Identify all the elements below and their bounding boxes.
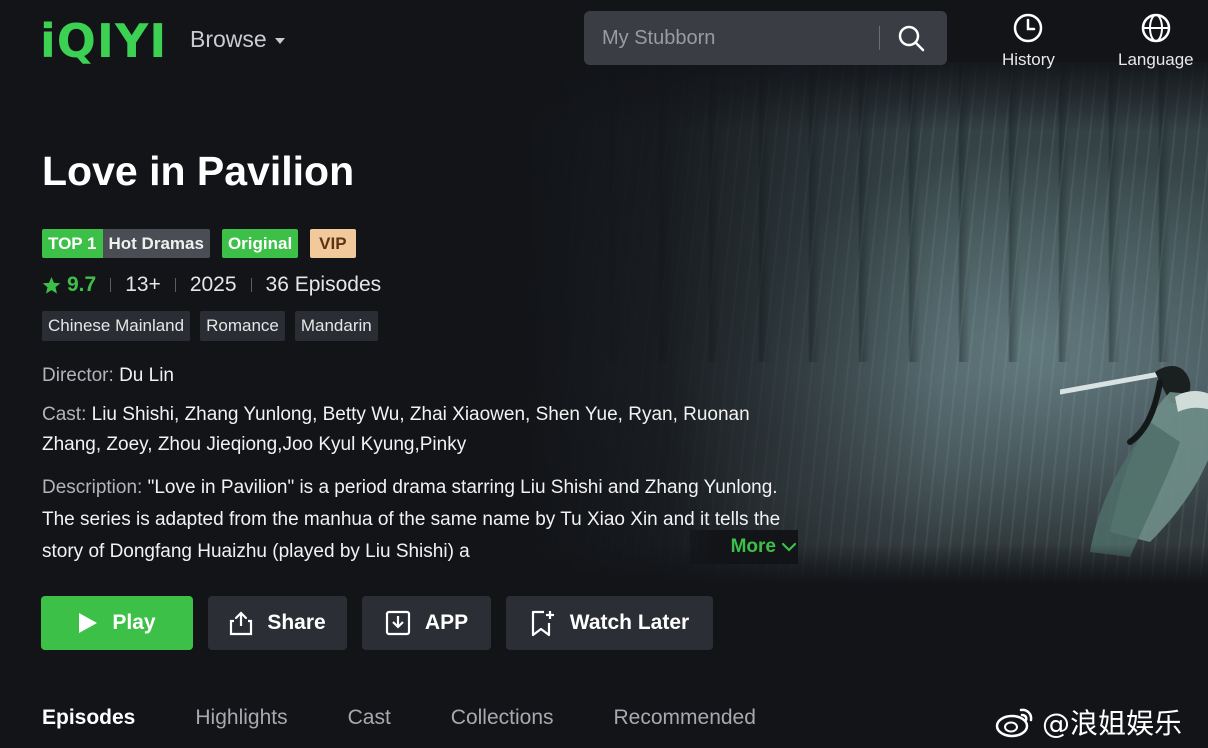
director-line: Director: Du Lin	[42, 361, 174, 391]
director-label: Director:	[42, 365, 114, 386]
tab-highlights[interactable]: Highlights	[195, 706, 287, 730]
original-tag: Original	[221, 229, 299, 258]
share-icon	[230, 611, 253, 636]
ranking-badge[interactable]: TOP 1 Hot Dramas	[42, 229, 210, 258]
top-rank-tag: TOP 1	[42, 229, 103, 258]
genre-chip[interactable]: Chinese Mainland	[42, 311, 191, 341]
share-label: Share	[267, 611, 326, 634]
meta-divider	[250, 278, 252, 292]
tab-recommended[interactable]: Recommended	[614, 706, 756, 730]
share-button[interactable]: Share	[208, 596, 347, 650]
app-label: APP	[424, 611, 469, 634]
genre-chip[interactable]: Romance	[200, 311, 285, 341]
chevron-down-icon	[274, 38, 285, 44]
tab-collections[interactable]: Collections	[451, 706, 554, 730]
app-button[interactable]: APP	[362, 596, 491, 650]
vip-tag: VIP	[310, 229, 356, 258]
watermark-text: @浪姐娱乐	[1042, 707, 1183, 740]
rating: 9.7	[42, 273, 96, 297]
clock-icon	[1014, 13, 1043, 43]
meta-divider	[110, 278, 112, 292]
cast-line: Cast: Liu Shishi, Zhang Yunlong, Betty W…	[42, 400, 802, 460]
watch-later-button[interactable]: Watch Later	[506, 596, 713, 650]
language-label: Language	[1118, 50, 1194, 69]
rating-value: 9.7	[67, 273, 97, 296]
globe-icon	[1141, 13, 1171, 43]
bookmark-add-icon	[531, 610, 554, 637]
show-title: Love in Pavilion	[42, 148, 355, 194]
search-icon[interactable]	[896, 23, 926, 53]
play-label: Play	[112, 611, 156, 634]
search-bar	[584, 11, 947, 65]
history-button[interactable]: History	[1002, 12, 1055, 70]
watch-later-label: Watch Later	[569, 611, 690, 634]
meta-row: 9.7 13+ 2025 36 Episodes	[42, 273, 381, 297]
history-label: History	[1002, 50, 1055, 69]
meta-divider	[174, 278, 176, 292]
description: Description: "Love in Pavilion" is a per…	[42, 472, 802, 566]
search-divider	[879, 26, 880, 50]
more-button[interactable]: More	[690, 530, 798, 564]
tag-row: TOP 1 Hot Dramas Original VIP	[42, 229, 356, 258]
play-icon	[79, 613, 98, 633]
swordswoman-figure	[1060, 366, 1208, 557]
release-year: 2025	[189, 273, 237, 296]
cast-names: Liu Shishi, Zhang Yunlong, Betty Wu, Zha…	[42, 404, 750, 455]
language-button[interactable]: Language	[1118, 12, 1194, 70]
play-button[interactable]: Play	[41, 596, 193, 650]
download-icon	[385, 610, 411, 636]
age-rating: 13+	[125, 273, 161, 296]
iqiyi-logo[interactable]: iQIYI	[40, 14, 167, 68]
episode-count: 36 Episodes	[265, 273, 382, 296]
hot-dramas-tag: Hot Dramas	[102, 229, 210, 258]
genre-chips: Chinese Mainland Romance Mandarin	[42, 311, 378, 341]
hero-fade-top	[520, 62, 1208, 132]
search-input[interactable]	[584, 11, 874, 65]
description-text: "Love in Pavilion" is a period drama sta…	[42, 477, 781, 562]
genre-chip[interactable]: Mandarin	[294, 311, 378, 341]
browse-menu[interactable]: Browse	[190, 26, 285, 53]
star-icon	[42, 276, 61, 294]
tab-episodes[interactable]: Episodes	[42, 706, 135, 730]
description-label: Description:	[42, 477, 143, 498]
weibo-watermark: @浪姐娱乐	[994, 702, 1182, 742]
cast-label: Cast:	[42, 404, 87, 425]
more-label: More	[730, 536, 776, 557]
chevron-down-icon	[782, 542, 796, 552]
tab-cast[interactable]: Cast	[348, 706, 391, 730]
content-tabs: Episodes Highlights Cast Collections Rec…	[42, 706, 816, 730]
weibo-icon	[995, 708, 1033, 738]
director-name: Du Lin	[119, 365, 174, 386]
browse-label: Browse	[190, 26, 267, 52]
